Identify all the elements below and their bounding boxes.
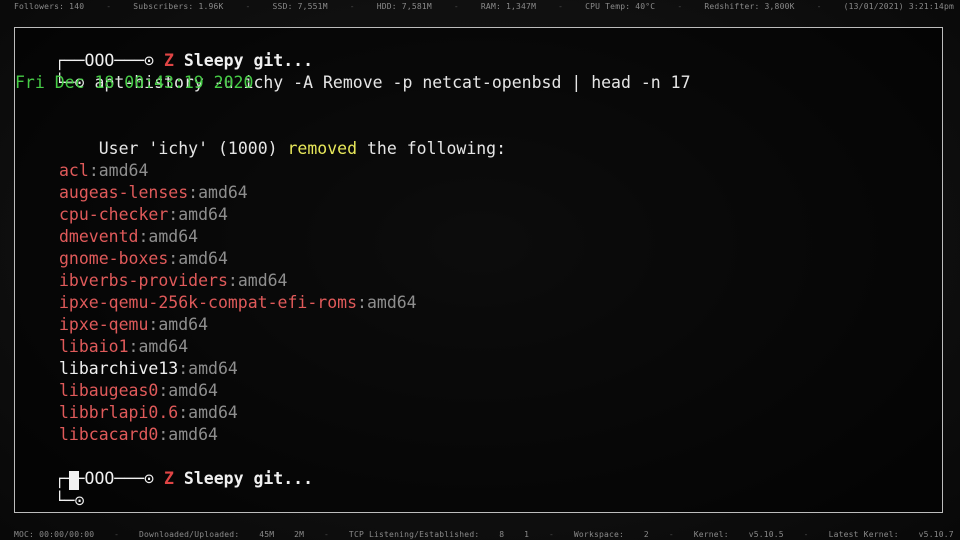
package-row: ipxe-qemu:amd64 — [59, 314, 208, 336]
package-arch: :amd64 — [158, 381, 218, 400]
package-arch: :amd64 — [168, 249, 228, 268]
download-upload-label: Downloaded/Uploaded: — [139, 529, 240, 539]
package-arch: :amd64 — [188, 183, 248, 202]
sleep-z-icon: Z — [164, 469, 174, 488]
package-arch: :amd64 — [128, 337, 189, 356]
status-separator: - — [558, 1, 564, 11]
top-status-bar: Followers: 140 - Subscribers: 1.96K - SS… — [0, 0, 960, 12]
tcp-listening-value: 8 — [499, 529, 505, 539]
prompt-title: Sleepy git... — [183, 469, 314, 488]
package-name: acl — [59, 161, 89, 180]
workspace-label: Workspace: — [573, 529, 625, 539]
package-name: gnome-boxes — [59, 249, 169, 268]
latest-kernel-label: Latest Kernel: — [828, 529, 899, 539]
ssd-stat: SSD: 7,551M — [272, 1, 328, 11]
package-row: cpu-checker:amd64 — [59, 204, 228, 226]
package-row: ipxe-qemu-256k-compat-efi-roms:amd64 — [59, 292, 417, 314]
status-separator: - — [324, 529, 330, 539]
package-name: augeas-lenses — [59, 183, 189, 202]
removal-summary: User 'ichy' (1000) removed the following… — [59, 116, 506, 158]
package-row: libaio1:amd64 — [59, 336, 188, 358]
package-arch: :amd64 — [178, 359, 238, 378]
redshifter-stat: Redshifter: 3,800K — [704, 1, 795, 11]
package-arch: :amd64 — [168, 205, 228, 224]
package-row: augeas-lenses:amd64 — [59, 182, 248, 204]
package-name: ibverbs-providers — [59, 271, 228, 290]
package-row: libcacard0:amd64 — [59, 424, 218, 446]
downloaded-value: 45M — [259, 529, 275, 539]
workspace-value: 2 — [643, 529, 649, 539]
terminal-window[interactable]: ┌──OOO───⊙ Z Sleepy git... └─⊙ apt-histo… — [14, 27, 943, 513]
package-name: libbrlapi0.6 — [59, 403, 179, 422]
package-arch: :amd64 — [357, 293, 417, 312]
package-row: gnome-boxes:amd64 — [59, 248, 228, 270]
status-separator: - — [453, 1, 459, 11]
kernel-value: v5.10.5 — [748, 529, 784, 539]
cpu-temp-stat: CPU Temp: 40°C — [585, 1, 656, 11]
date-output: Fri Dec 18 00:43:19 2020 — [15, 73, 254, 92]
package-arch: :amd64 — [88, 161, 149, 180]
text-cursor — [69, 471, 79, 490]
date-time-stat: (13/01/2021) 3:21:14pm — [843, 1, 954, 11]
status-separator: - — [549, 529, 555, 539]
removal-action: removed — [287, 139, 358, 158]
package-name: libaugeas0 — [59, 381, 159, 400]
package-row: acl:amd64 — [59, 160, 148, 182]
package-row: dmeventd:amd64 — [59, 226, 198, 248]
package-name: cpu-checker — [59, 205, 169, 224]
status-separator: - — [114, 529, 120, 539]
package-row: ibverbs-providers:amd64 — [59, 270, 288, 292]
subscribers-stat: Subscribers: 1.96K — [133, 1, 224, 11]
package-name: libaio1 — [59, 337, 129, 356]
package-name: ipxe-qemu — [59, 315, 149, 334]
status-separator: - — [668, 529, 674, 539]
bottom-status-bar: MOC: 00:00/00:00 - Downloaded/Uploaded: … — [0, 528, 960, 540]
status-separator: - — [816, 1, 822, 11]
package-name: libcacard0 — [59, 425, 159, 444]
package-row: libaugeas0:amd64 — [59, 380, 218, 402]
status-separator: - — [803, 529, 809, 539]
package-arch: :amd64 — [227, 271, 288, 290]
package-arch: :amd64 — [138, 227, 199, 246]
package-name: ipxe-qemu-256k-compat-efi-roms — [59, 293, 358, 312]
status-separator: - — [106, 1, 112, 11]
followers-stat: Followers: 140 — [14, 1, 85, 11]
status-separator: - — [677, 1, 683, 11]
package-arch: :amd64 — [158, 425, 218, 444]
package-arch: :amd64 — [148, 315, 209, 334]
latest-kernel-value: v5.10.7 — [918, 529, 954, 539]
prompt-line-top: ┌──OOO───⊙ Z Sleepy git... — [15, 446, 313, 488]
ram-stat: RAM: 1,347M — [480, 1, 537, 11]
command-line: └─⊙ apt-history -u ichy -A Remove -p net… — [15, 50, 691, 92]
tcp-established-value: 1 — [524, 529, 530, 539]
prompt-line-top: ┌──OOO───⊙ Z Sleepy git... — [15, 28, 313, 70]
package-name: dmeventd — [59, 227, 139, 246]
tcp-label: TCP Listening/Established: — [348, 529, 480, 539]
status-separator: - — [245, 1, 251, 11]
uploaded-value: 2M — [294, 529, 305, 539]
package-name: libarchive13 — [59, 359, 179, 378]
status-separator: - — [349, 1, 355, 11]
removal-suffix: the following: — [357, 139, 507, 158]
package-arch: :amd64 — [178, 403, 238, 422]
moc-stat: MOC: 00:00/00:00 — [14, 529, 95, 539]
removal-prefix: User 'ichy' (1000) — [98, 139, 288, 158]
package-row: libbrlapi0.6:amd64 — [59, 402, 238, 424]
package-row: libarchive13:amd64 — [59, 358, 238, 380]
prompt-corner-glyph: └─⊙ — [54, 491, 85, 510]
kernel-label: Kernel: — [693, 529, 729, 539]
hdd-stat: HDD: 7,581M — [376, 1, 432, 11]
